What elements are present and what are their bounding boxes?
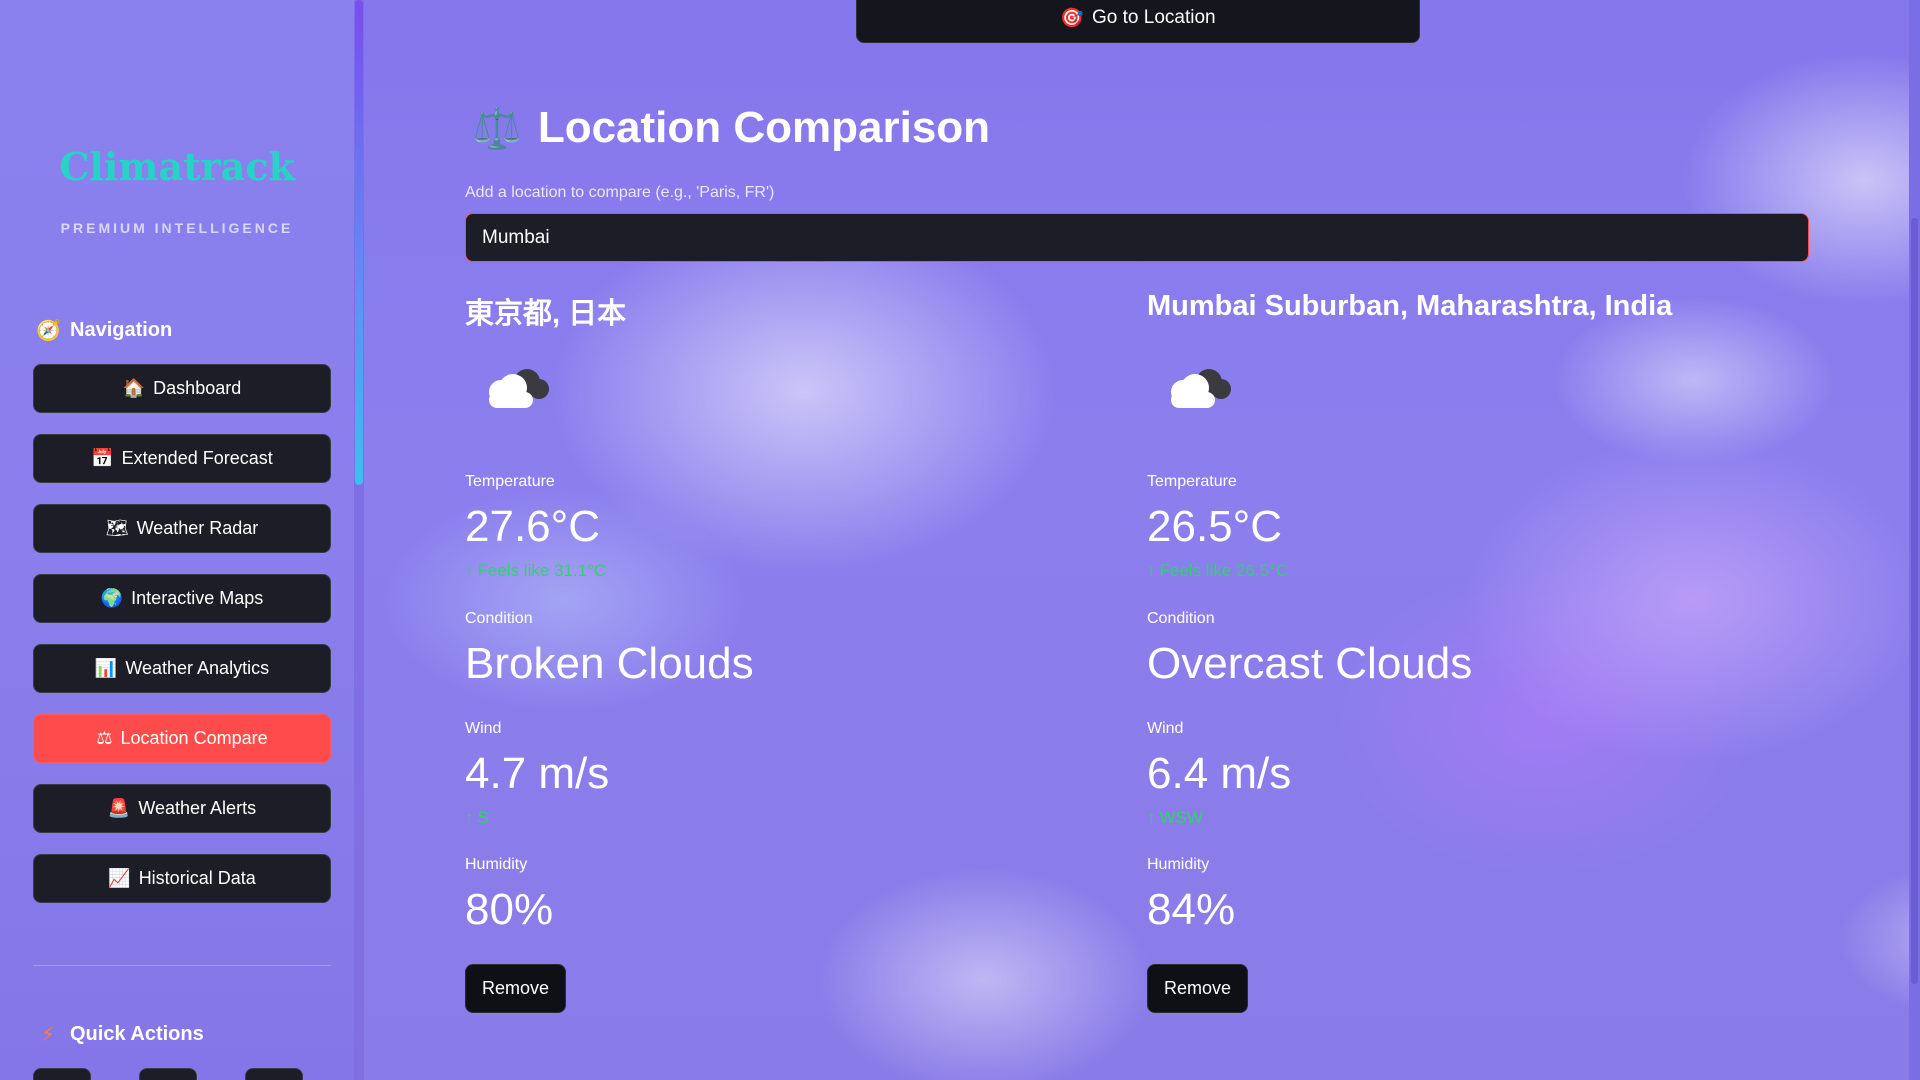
temperature-label: Temperature (465, 473, 555, 490)
arrow-up-icon: ↑ (465, 561, 474, 580)
wind-direction-text: WSW (1159, 808, 1203, 827)
nav-label: Dashboard (153, 378, 242, 398)
remove-button[interactable]: Remove (1147, 964, 1248, 1013)
feels-like-delta: ↑ Feels like 26.5°C (1147, 561, 1288, 581)
sidebar-scrollbar-thumb[interactable] (355, 0, 363, 485)
nav-label: Location Compare (120, 728, 268, 748)
humidity-label: Humidity (465, 856, 528, 873)
wind-label: Wind (1147, 720, 1184, 737)
nav-button-weather-analytics[interactable]: 📊 Weather Analytics (33, 644, 331, 693)
nav-button-interactive-maps[interactable]: 🌍 Interactive Maps (33, 574, 331, 623)
nav-label: Weather Analytics (125, 658, 270, 678)
sidebar: Climatrack PREMIUM INTELLIGENCE 🧭 Naviga… (0, 0, 354, 1080)
map-icon: 🗺 (105, 518, 129, 538)
scales-icon: ⚖ (96, 728, 113, 748)
navigation-heading-label: Navigation (70, 319, 173, 341)
wind-direction-delta: ↑ S (465, 808, 489, 828)
remove-button[interactable]: Remove (465, 964, 566, 1013)
condition-value: Broken Clouds (465, 639, 754, 688)
go-to-location-label: Go to Location (1092, 6, 1216, 28)
main-content: 🎯 Go to Location ⚖️ Location Comparison … (364, 0, 1909, 1080)
wind-value: 4.7 m/s (465, 749, 610, 798)
target-icon: 🎯 (1060, 7, 1085, 29)
wind-label: Wind (465, 720, 502, 737)
page-scrollbar-thumb[interactable] (1911, 218, 1918, 984)
nav-button-location-compare[interactable]: ⚖ Location Compare (33, 714, 331, 763)
quick-action-button[interactable] (245, 1068, 303, 1080)
location-input-label: Add a location to compare (e.g., 'Paris,… (465, 184, 775, 201)
nav-button-extended-forecast[interactable]: 📅 Extended Forecast (33, 434, 331, 483)
lightning-icon: ⚡ (40, 1024, 56, 1046)
feels-like-delta: ↑ Feels like 31.1°C (465, 561, 606, 581)
location-input[interactable] (465, 213, 1809, 262)
quick-action-button[interactable] (33, 1068, 91, 1080)
quick-actions-heading: ⚡ Quick Actions (36, 1022, 204, 1047)
wind-value: 6.4 m/s (1147, 749, 1292, 798)
location-name: 東京都, 日本 (465, 298, 627, 330)
wind-direction-delta: ↑ WSW (1147, 808, 1203, 828)
sidebar-divider (33, 965, 331, 966)
location-card-tokyo: 東京都, 日本 Temperature 27.6°C ↑ Feels like … (465, 290, 1105, 1013)
quick-action-button[interactable] (139, 1068, 197, 1080)
trend-chart-icon: 📈 (108, 868, 131, 888)
house-icon: 🏠 (122, 378, 146, 398)
temperature-value: 27.6°C (465, 502, 601, 551)
feels-like-text: Feels like 26.5°C (1159, 561, 1289, 580)
compass-icon: 🧭 (36, 320, 61, 342)
navigation-heading: 🧭 Navigation (36, 318, 172, 343)
location-name: Mumbai Suburban, Maharashtra, India (1147, 290, 1673, 322)
condition-label: Condition (1147, 610, 1215, 627)
arrow-up-icon: ↑ (1147, 561, 1156, 580)
temperature-label: Temperature (1147, 473, 1237, 490)
wind-direction-text: S (477, 808, 489, 827)
humidity-value: 80% (465, 885, 554, 934)
arrow-up-icon: ↑ (465, 808, 474, 827)
feels-like-text: Feels like 31.1°C (477, 561, 607, 580)
nav-button-historical-data[interactable]: 📈 Historical Data (33, 854, 331, 903)
go-to-location-button[interactable]: 🎯 Go to Location (856, 0, 1420, 43)
calendar-icon: 📅 (91, 448, 114, 468)
nav-label: Historical Data (138, 868, 256, 888)
bar-chart-icon: 📊 (94, 658, 118, 678)
cloud-icon (489, 369, 549, 408)
humidity-value: 84% (1147, 885, 1236, 934)
nav-label: Weather Alerts (138, 798, 257, 818)
page-scrollbar[interactable] (1909, 0, 1920, 1080)
arrow-up-icon: ↑ (1147, 808, 1156, 827)
brand-tagline: PREMIUM INTELLIGENCE (60, 220, 294, 236)
location-card-mumbai: Mumbai Suburban, Maharashtra, India Temp… (1147, 290, 1787, 1013)
cloud-icon (1171, 369, 1231, 408)
nav-label: Extended Forecast (121, 448, 273, 468)
quick-actions-heading-label: Quick Actions (70, 1023, 204, 1045)
nav-button-weather-alerts[interactable]: 🚨 Weather Alerts (33, 784, 331, 833)
nav-button-dashboard[interactable]: 🏠 Dashboard (33, 364, 331, 413)
brand-logo: Climatrack (59, 144, 295, 189)
scales-icon: ⚖️ (472, 106, 522, 151)
condition-label: Condition (465, 610, 533, 627)
globe-icon: 🌍 (100, 588, 124, 608)
sidebar-scrollbar[interactable] (354, 0, 364, 1080)
condition-value: Overcast Clouds (1147, 639, 1473, 688)
nav-label: Interactive Maps (131, 588, 264, 608)
page-title-text: Location Comparison (537, 103, 991, 152)
nav-label: Weather Radar (136, 518, 259, 538)
humidity-label: Humidity (1147, 856, 1210, 873)
nav-button-weather-radar[interactable]: 🗺 Weather Radar (33, 504, 331, 553)
siren-icon: 🚨 (107, 798, 131, 818)
page-title: ⚖️ Location Comparison (472, 103, 990, 153)
temperature-value: 26.5°C (1147, 502, 1283, 551)
